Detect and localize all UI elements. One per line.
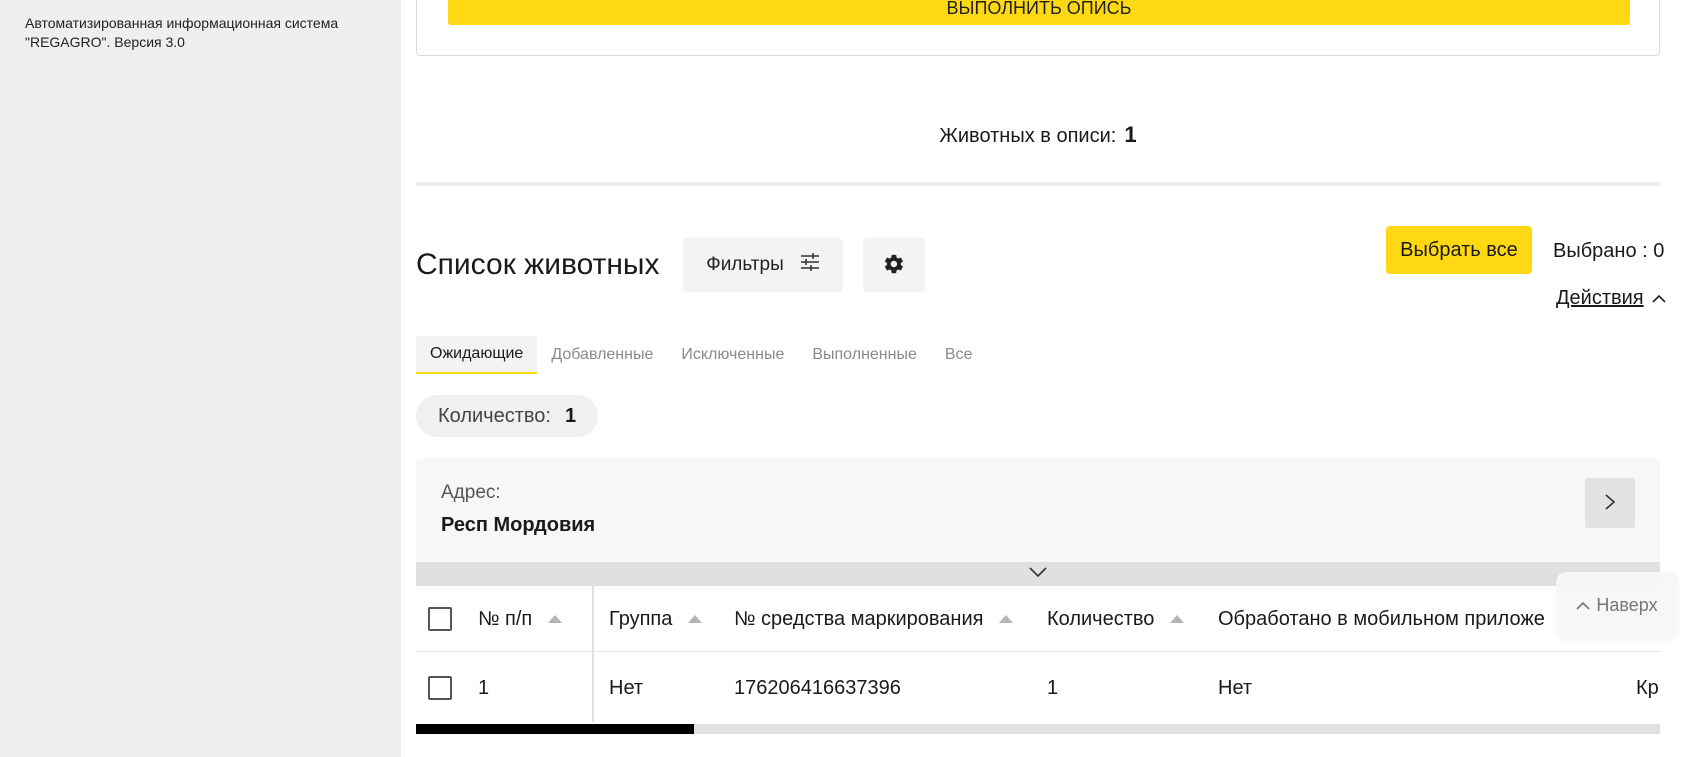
table-header: № п/п Группа № средства маркирования Кол…: [416, 586, 1660, 652]
collapse-toggle[interactable]: [416, 562, 1660, 586]
main-content: Выполнить опись Животных в описи: 1 Списо…: [401, 0, 1693, 757]
execute-inventory-button[interactable]: Выполнить опись: [448, 0, 1630, 25]
sort-arrow-icon: [548, 615, 563, 623]
quantity-value: 1: [564, 404, 577, 427]
column-quantity-label: Количество: [1047, 607, 1155, 630]
quantity-badge: Количество: 1: [416, 395, 599, 437]
inventory-count-value: 1: [1124, 122, 1137, 147]
settings-button[interactable]: [863, 238, 925, 292]
scrollbar-thumb[interactable]: [416, 724, 694, 734]
column-mobile-label: Обработано в мобильном приложе: [1218, 607, 1545, 630]
tab-pending[interactable]: Ожидающие: [416, 336, 538, 374]
cell-group: Нет: [609, 676, 644, 699]
table-row: 1 Нет 176206416637396 1 Нет Кр: [416, 652, 1660, 722]
column-number[interactable]: № п/п: [478, 586, 563, 652]
filters-button[interactable]: Фильтры: [683, 238, 843, 292]
page-title: Список животных: [416, 248, 660, 281]
column-number-label: № п/п: [478, 607, 533, 630]
tab-completed[interactable]: Выполненные: [798, 336, 931, 374]
scroll-to-top-label: Наверх: [1596, 594, 1658, 615]
column-marker-label: № средства маркирования: [734, 607, 984, 630]
address-card: Адрес: Респ Мордовия: [416, 458, 1660, 562]
horizontal-scrollbar[interactable]: [416, 724, 1660, 734]
sort-arrow-icon: [999, 615, 1014, 623]
inventory-count-label: Животных в описи:: [939, 125, 1117, 147]
chevron-right-icon: [1604, 493, 1616, 514]
status-tabs: Ожидающие Добавленные Исключенные Выполн…: [416, 336, 986, 374]
column-group[interactable]: Группа: [609, 586, 703, 652]
sliders-icon: [800, 253, 820, 277]
quantity-label: Количество:: [438, 404, 551, 427]
system-name: Автоматизированная информационная систем…: [25, 15, 339, 50]
sort-arrow-icon: [688, 615, 703, 623]
column-mobile-processed[interactable]: Обработано в мобильном приложе: [1218, 586, 1545, 652]
gear-icon: [883, 253, 905, 278]
cell-number: 1: [478, 676, 490, 699]
cell-extra: Кр: [1636, 676, 1659, 699]
inventory-count: Животных в описи: 1: [416, 122, 1660, 148]
column-marker[interactable]: № средства маркирования: [734, 586, 1014, 652]
select-all-checkbox[interactable]: [428, 607, 452, 631]
tab-excluded[interactable]: Исключенные: [667, 336, 798, 374]
actions-dropdown[interactable]: Действия: [1556, 287, 1666, 310]
actions-label: Действия: [1556, 287, 1644, 309]
scroll-to-top-button[interactable]: Наверх: [1556, 572, 1678, 638]
chevron-down-icon: [1028, 565, 1048, 583]
filters-label: Фильтры: [706, 254, 784, 275]
tab-all[interactable]: Все: [931, 336, 987, 374]
execute-card: Выполнить опись: [416, 0, 1660, 56]
sidebar: Автоматизированная информационная систем…: [0, 0, 401, 757]
cell-mobile: Нет: [1218, 676, 1253, 699]
address-value: Респ Мордовия: [441, 514, 596, 536]
section-divider: [416, 182, 1660, 186]
row-checkbox[interactable]: [428, 676, 452, 700]
column-group-label: Группа: [609, 607, 673, 630]
address-label: Адрес:: [441, 482, 501, 503]
sort-arrow-icon: [1170, 615, 1185, 623]
column-quantity[interactable]: Количество: [1047, 586, 1185, 652]
selected-count: Выбрано : 0: [1553, 240, 1665, 262]
chevron-up-icon: [1576, 595, 1590, 616]
cell-quantity: 1: [1047, 676, 1059, 699]
address-open-button[interactable]: [1585, 478, 1635, 528]
animals-table: № п/п Группа № средства маркирования Кол…: [416, 586, 1660, 722]
chevron-up-icon: [1652, 287, 1666, 310]
select-all-button[interactable]: Выбрать все: [1386, 226, 1532, 274]
cell-marker: 176206416637396: [734, 676, 901, 699]
tab-added[interactable]: Добавленные: [537, 336, 667, 374]
